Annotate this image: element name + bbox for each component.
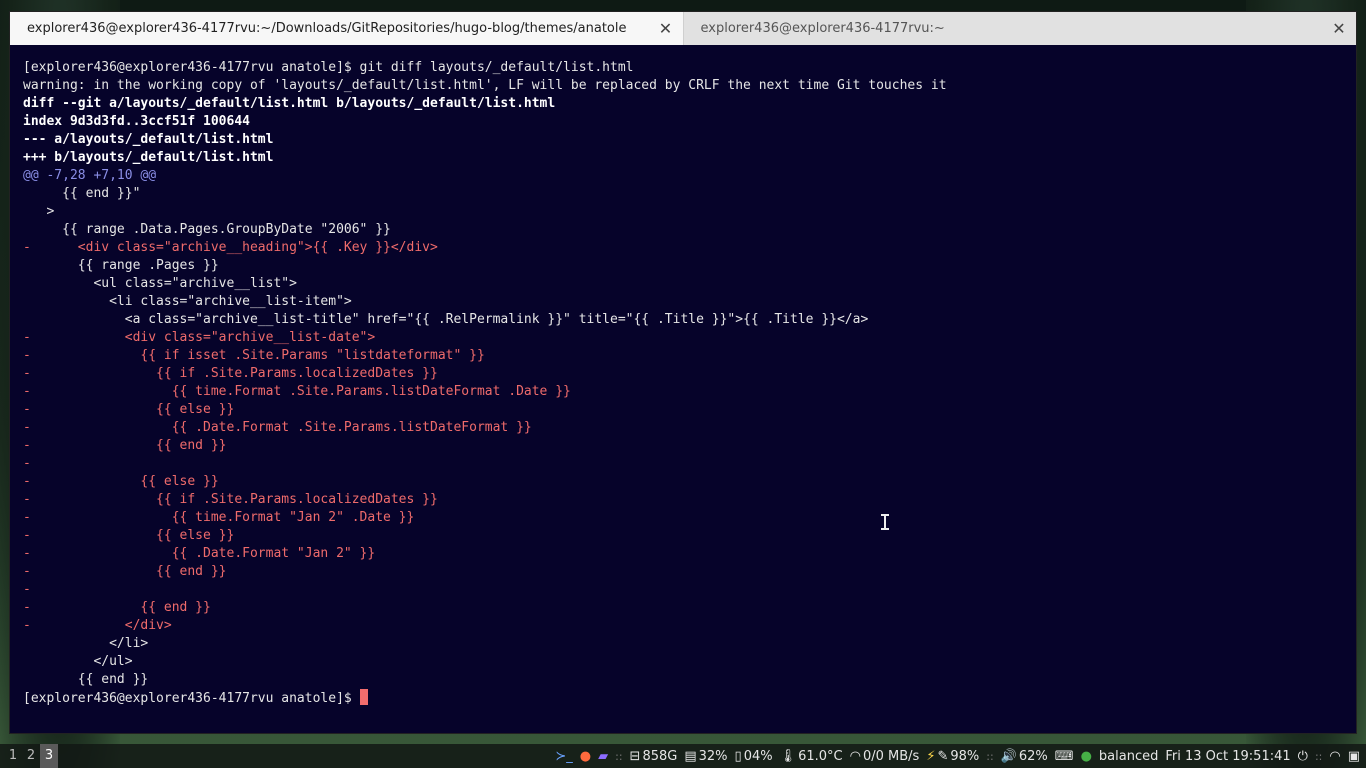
cpu-icon: ▯: [734, 748, 742, 764]
diff-deleted-line: - {{ if .Site.Params.localizedDates }}: [23, 492, 438, 507]
terminal-line: {{ range .Data.Pages.GroupByDate "2006" …: [23, 222, 391, 237]
diff-deleted-line: - {{ time.Format .Site.Params.listDateFo…: [23, 384, 571, 399]
diff-deleted-line: - <div class="archive__list-date">: [23, 330, 376, 345]
terminal-cursor: [359, 689, 368, 705]
terminal-line: diff --git a/layouts/_default/list.html …: [23, 96, 556, 111]
diff-deleted-line: - {{ if isset .Site.Params "listdateform…: [23, 348, 485, 363]
terminal-line: >: [23, 204, 55, 219]
terminal-window: explorer436@explorer436-4177rvu:~/Downlo…: [10, 12, 1356, 733]
disk-indicator: ⊟ 858G: [629, 748, 678, 764]
network-indicator: ◠ 0/0 MB/s: [849, 748, 920, 764]
diff-deleted-line: -: [23, 456, 31, 471]
taskbar: 1 2 3 ≻_ ● ▰ :: ⊟ 858G ▤ 32% ▯ 04% 🌡 61.0°C …: [0, 744, 1366, 768]
separator: ::: [1314, 749, 1323, 763]
terminal-line: {{ end }}: [23, 672, 149, 687]
leaf-icon[interactable]: ●: [1081, 749, 1092, 764]
speaker-icon: 🔊: [1000, 748, 1017, 764]
terminal-line: </ul>: [23, 654, 133, 669]
volume-indicator[interactable]: 🔊 62%: [1001, 749, 1048, 764]
terminal-line: </li>: [23, 636, 149, 651]
text-cursor-icon: [880, 513, 890, 531]
system-tray: ≻_ ● ▰ :: ⊟ 858G ▤ 32% ▯ 04% 🌡 61.0°C ◠ 0/0 M…: [555, 749, 1366, 764]
plug-icon: ✎: [937, 748, 949, 764]
diff-deleted-line: - {{ .Date.Format .Site.Params.listDateF…: [23, 420, 532, 435]
diff-deleted-line: - {{ else }}: [23, 402, 235, 417]
terminal-line: <li class="archive__list-item">: [23, 294, 352, 309]
diff-deleted-line: - {{ end }}: [23, 564, 227, 579]
folder-icon[interactable]: ▰: [598, 749, 608, 764]
memory-icon: ▤: [684, 748, 697, 764]
tab-home[interactable]: explorer436@explorer436-4177rvu:~ ✕: [683, 12, 1356, 45]
diff-deleted-line: -: [23, 582, 31, 597]
screenshot-icon[interactable]: ▣: [1348, 749, 1360, 764]
prompt: [explorer436@explorer436-4177rvu anatole…: [23, 691, 360, 706]
diff-hunk-header: @@ -7,28 +7,10 @@: [23, 168, 157, 183]
tab-title: explorer436@explorer436-4177rvu:~/Downlo…: [27, 21, 627, 36]
power-profile[interactable]: balanced: [1099, 749, 1158, 764]
terminal-line: +++ b/layouts/_default/list.html: [23, 150, 274, 165]
battery-indicator: ⚡ ✎ 98%: [926, 748, 980, 764]
disk-icon: ⊟: [629, 748, 641, 764]
terminal-line: index 9d3d3fd..3ccf51f 100644: [23, 114, 250, 129]
diff-deleted-line: - <div class="archive__heading">{{ .Key …: [23, 240, 438, 255]
terminal-line: <ul class="archive__list">: [23, 276, 297, 291]
separator: ::: [986, 749, 994, 763]
terminal-line: {{ end }}": [23, 186, 141, 201]
workspace-1[interactable]: 1: [4, 744, 22, 768]
separator: ::: [615, 749, 623, 763]
diff-deleted-line: - {{ else }}: [23, 474, 219, 489]
tab-title: explorer436@explorer436-4177rvu:~: [700, 21, 945, 36]
terminal-output[interactable]: [explorer436@explorer436-4177rvu anatole…: [10, 45, 1356, 707]
terminal-line: warning: in the working copy of 'layouts…: [23, 78, 947, 93]
diff-deleted-line: - {{ time.Format "Jan 2" .Date }}: [23, 510, 415, 525]
prompt-line[interactable]: [explorer436@explorer436-4177rvu anatole…: [23, 689, 1356, 707]
firefox-icon[interactable]: ●: [580, 749, 591, 764]
diff-deleted-line: - {{ .Date.Format "Jan 2" }}: [23, 546, 376, 561]
diff-deleted-line: - </div>: [23, 618, 172, 633]
tab-anatole[interactable]: explorer436@explorer436-4177rvu:~/Downlo…: [10, 12, 684, 45]
power-icon[interactable]: ⏻: [1298, 749, 1308, 764]
terminal-line: [explorer436@explorer436-4177rvu anatole…: [23, 60, 634, 75]
diff-deleted-line: - {{ if .Site.Params.localizedDates }}: [23, 366, 438, 381]
wifi-tray-icon[interactable]: ◠: [1329, 749, 1340, 764]
charging-icon: ⚡: [926, 748, 936, 764]
diff-deleted-line: - {{ else }}: [23, 528, 235, 543]
diff-deleted-line: - {{ end }}: [23, 600, 211, 615]
keyboard-icon[interactable]: ⌨: [1055, 749, 1074, 764]
close-icon[interactable]: ✕: [1332, 19, 1346, 38]
terminal-line: --- a/layouts/_default/list.html: [23, 132, 274, 147]
workspace-3[interactable]: 3: [40, 744, 58, 768]
clock[interactable]: Fri 13 Oct 19:51:41: [1165, 749, 1290, 764]
cpu-indicator: ▯ 04%: [734, 748, 773, 764]
diff-deleted-line: - {{ end }}: [23, 438, 227, 453]
tab-bar: explorer436@explorer436-4177rvu:~/Downlo…: [10, 12, 1356, 45]
terminal-line: <a class="archive__list-title" href="{{ …: [23, 312, 869, 327]
workspace-2[interactable]: 2: [22, 744, 40, 768]
terminal-icon[interactable]: ≻_: [555, 749, 572, 764]
close-icon[interactable]: ✕: [659, 19, 673, 38]
terminal-line: {{ range .Pages }}: [23, 258, 219, 273]
temperature-indicator: 🌡 61.0°C: [779, 748, 843, 764]
wifi-icon: ◠: [849, 748, 861, 764]
thermometer-icon: 🌡: [779, 748, 797, 764]
workspace-switcher: 1 2 3: [4, 744, 58, 768]
memory-indicator: ▤ 32%: [684, 748, 728, 764]
